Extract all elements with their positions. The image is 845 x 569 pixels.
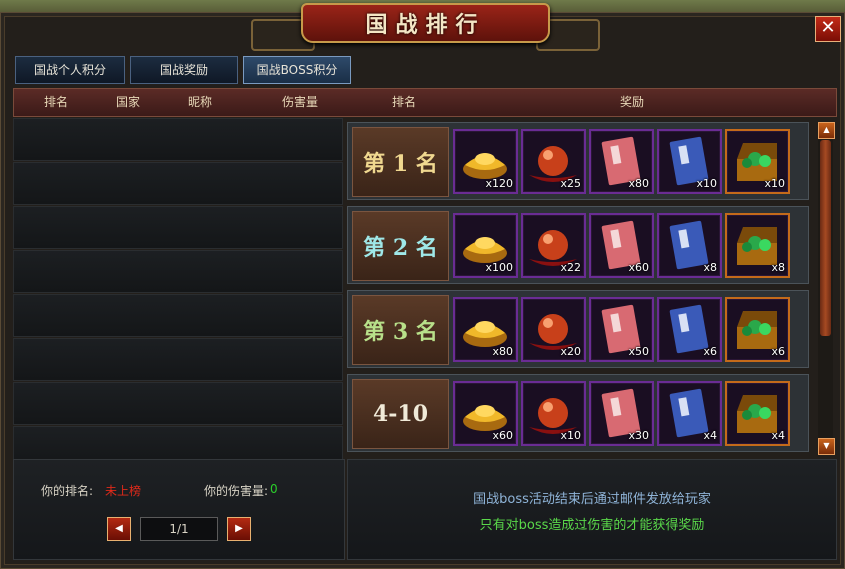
scroll-up-button[interactable]: ▲ [818, 122, 835, 139]
item-count: x8 [703, 261, 717, 274]
tab-war-rewards[interactable]: 国战奖励 [130, 56, 238, 84]
red-book-icon[interactable]: x50 [589, 297, 654, 362]
reward-rank-label: 第 2 名 [352, 211, 449, 281]
gold-ingot-icon[interactable]: x80 [453, 297, 518, 362]
item-count: x6 [703, 345, 717, 358]
header-rank: 排名 [43, 95, 69, 109]
item-count: x100 [485, 261, 513, 274]
next-page-button[interactable]: ▶ [227, 517, 251, 541]
close-button[interactable]: ✕ [815, 16, 841, 42]
reward-rank-label: 第 3 名 [352, 295, 449, 365]
ranking-window: 国战排行 ✕ 国战个人积分 国战奖励 国战BOSS积分 排名 国家 昵称 伤害量… [0, 3, 845, 569]
page-indicator: 1/1 [140, 517, 218, 541]
info-damage-requirement: 只有对boss造成过伤害的才能获得奖励 [479, 518, 705, 533]
my-damage-value: 0 [270, 482, 278, 496]
my-rank-label: 你的排名: [41, 484, 94, 498]
item-count: x20 [560, 345, 581, 358]
item-count: x120 [485, 177, 513, 190]
header-reward: 奖励 [619, 95, 645, 109]
red-orb-icon[interactable]: x25 [521, 129, 586, 194]
item-count: x4 [703, 429, 717, 442]
prev-page-button[interactable]: ◀ [107, 517, 131, 541]
my-rank-value: 未上榜 [105, 484, 142, 498]
blue-book-icon[interactable]: x6 [657, 297, 722, 362]
reward-row: 4-10 x60 x10 x30 x4 x4 [347, 374, 809, 452]
column-header-bar: 排名 国家 昵称 伤害量 排名 奖励 [13, 88, 837, 117]
reward-row: 第 1 名 x120 x25 x80 x10 x10 [347, 122, 809, 200]
reward-row: 第 3 名 x80 x20 x50 x6 x6 [347, 290, 809, 368]
header-nickname: 昵称 [187, 95, 213, 109]
treasure-chest-icon[interactable]: x4 [725, 381, 790, 446]
treasure-chest-icon[interactable]: x6 [725, 297, 790, 362]
reward-rank-label: 第 1 名 [352, 127, 449, 197]
header-country: 国家 [115, 95, 141, 109]
item-count: x30 [628, 429, 649, 442]
item-count: x22 [560, 261, 581, 274]
blue-book-icon[interactable]: x10 [657, 129, 722, 194]
header-damage: 伤害量 [281, 95, 319, 109]
rank-text: 4-10 [372, 401, 429, 427]
reward-row: 第 2 名 x100 x22 x60 x8 x8 [347, 206, 809, 284]
gold-ingot-icon[interactable]: x100 [453, 213, 518, 278]
item-count: x4 [771, 429, 785, 442]
rank-text: 第 1 名 [363, 151, 438, 177]
my-stats-panel: 你的排名: 未上榜 你的伤害量: 0 ◀ 1/1 ▶ [13, 459, 345, 560]
item-count: x60 [628, 261, 649, 274]
reward-scrollbar[interactable]: ▲ ▼ [818, 122, 835, 455]
red-orb-icon[interactable]: x10 [521, 381, 586, 446]
item-count: x10 [764, 177, 785, 190]
red-orb-icon[interactable]: x22 [521, 213, 586, 278]
blue-book-icon[interactable]: x8 [657, 213, 722, 278]
my-damage-label: 你的伤害量: [204, 484, 269, 498]
gold-ingot-icon[interactable]: x60 [453, 381, 518, 446]
tab-boss-score[interactable]: 国战BOSS积分 [243, 56, 351, 84]
window-title: 国战排行 [365, 12, 486, 38]
list-item [13, 382, 343, 425]
list-item [13, 338, 343, 381]
list-item [13, 250, 343, 293]
tab-bar: 国战个人积分 国战奖励 国战BOSS积分 [15, 56, 351, 84]
item-count: x25 [560, 177, 581, 190]
info-panel: 国战boss活动结束后通过邮件发放给玩家 只有对boss造成过伤害的才能获得奖励 [347, 459, 837, 560]
scroll-down-button[interactable]: ▼ [818, 438, 835, 455]
red-orb-icon[interactable]: x20 [521, 297, 586, 362]
item-count: x80 [628, 177, 649, 190]
treasure-chest-icon[interactable]: x8 [725, 213, 790, 278]
item-count: x6 [771, 345, 785, 358]
info-mail-notice: 国战boss活动结束后通过邮件发放给玩家 [473, 492, 711, 507]
item-count: x60 [492, 429, 513, 442]
title-banner: 国战排行 [301, 3, 550, 43]
tab-personal-score[interactable]: 国战个人积分 [15, 56, 125, 84]
rank-text: 第 3 名 [363, 319, 438, 345]
item-count: x10 [560, 429, 581, 442]
ranking-list [13, 118, 343, 469]
gold-ingot-icon[interactable]: x120 [453, 129, 518, 194]
red-book-icon[interactable]: x80 [589, 129, 654, 194]
item-count: x8 [771, 261, 785, 274]
red-book-icon[interactable]: x60 [589, 213, 654, 278]
list-item [13, 118, 343, 161]
scroll-thumb[interactable] [820, 140, 831, 336]
reward-list: 第 1 名 x120 x25 x80 x10 x10 第 2 名 x100 x2… [347, 122, 809, 454]
blue-book-icon[interactable]: x4 [657, 381, 722, 446]
item-count: x50 [628, 345, 649, 358]
list-item [13, 206, 343, 249]
item-count: x80 [492, 345, 513, 358]
rank-text: 第 2 名 [363, 235, 438, 261]
treasure-chest-icon[interactable]: x10 [725, 129, 790, 194]
item-count: x10 [696, 177, 717, 190]
reward-rank-label: 4-10 [352, 379, 449, 449]
header-reward-rank: 排名 [391, 95, 417, 109]
list-item [13, 162, 343, 205]
red-book-icon[interactable]: x30 [589, 381, 654, 446]
list-item [13, 294, 343, 337]
